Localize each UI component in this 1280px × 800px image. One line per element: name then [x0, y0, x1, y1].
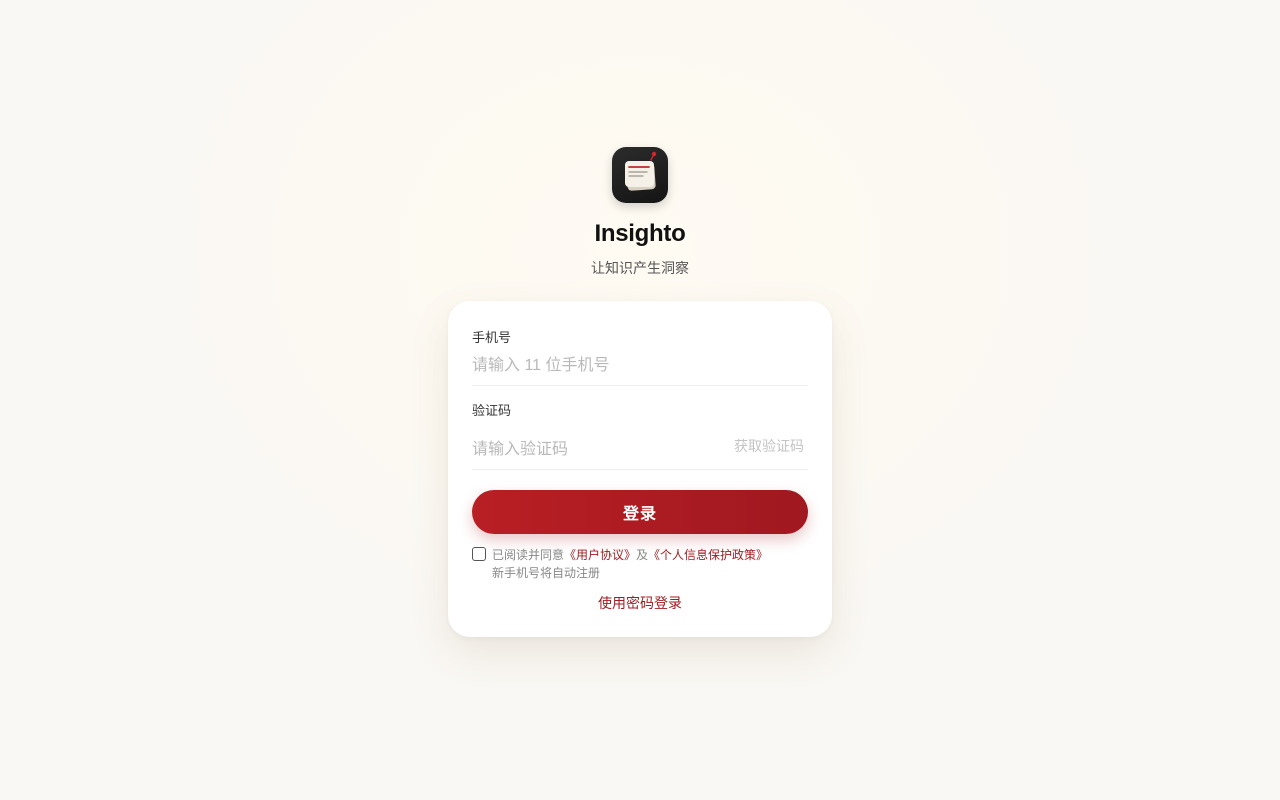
app-logo-icon	[612, 147, 668, 203]
agreement-prefix: 已阅读并同意	[492, 548, 565, 562]
login-button[interactable]: 登录	[472, 490, 808, 534]
password-login-link[interactable]: 使用密码登录	[448, 593, 832, 613]
privacy-policy-link[interactable]: 《个人信息保护政策》	[648, 548, 768, 562]
user-agreement-link[interactable]: 《用户协议》	[564, 548, 636, 562]
code-divider	[472, 469, 808, 470]
agreement-text: 已阅读并同意《用户协议》及《个人信息保护政策》	[492, 546, 768, 563]
get-code-button[interactable]: 获取验证码	[734, 436, 804, 456]
brand-slogan: 让知识产生洞察	[591, 260, 689, 276]
code-input[interactable]	[472, 439, 712, 461]
code-label: 验证码	[472, 403, 512, 418]
agreement-conjunction: 及	[636, 548, 649, 562]
login-card: 手机号 验证码 获取验证码 登录 已阅读并同意《用户协议》及《个人信息保护政策》…	[448, 301, 832, 637]
phone-divider	[472, 385, 808, 386]
agreement-checkbox[interactable]	[472, 547, 486, 561]
auto-register-note: 新手机号将自动注册	[492, 566, 601, 580]
phone-input[interactable]	[472, 355, 808, 377]
brand-name: Insighto	[594, 220, 686, 247]
phone-label: 手机号	[472, 330, 512, 345]
